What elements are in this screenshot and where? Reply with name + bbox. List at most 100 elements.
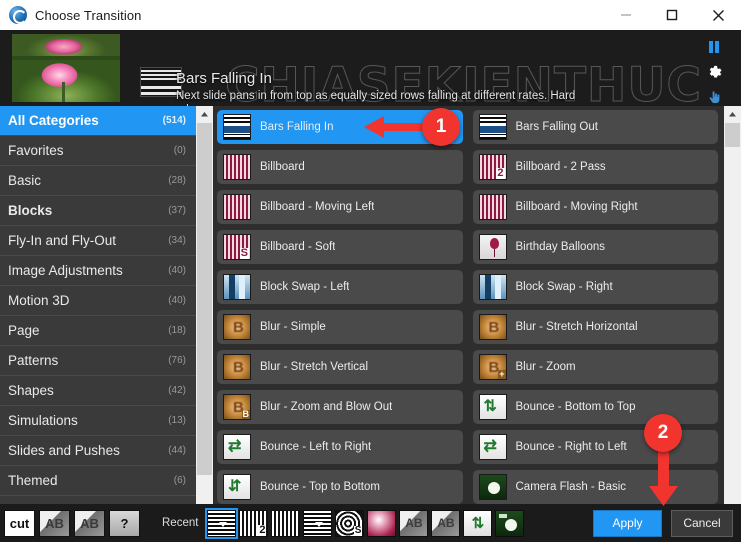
transition-label: Bounce - Right to Left bbox=[515, 441, 627, 453]
recent-bars-falling-in[interactable] bbox=[205, 507, 239, 539]
hand-pointer-icon[interactable] bbox=[703, 89, 725, 107]
sidebar-item-blocks[interactable]: Blocks (37) bbox=[0, 196, 196, 226]
sidebar-item-image-adjustments[interactable]: Image Adjustments (40) bbox=[0, 256, 196, 286]
chevron-up-icon[interactable] bbox=[196, 106, 213, 123]
transition-item[interactable]: Bars Falling In bbox=[217, 110, 463, 144]
sidebar-item-count: (34) bbox=[168, 235, 186, 246]
recent-bounce[interactable]: ⇅ bbox=[463, 509, 493, 537]
cancel-button[interactable]: Cancel bbox=[671, 509, 733, 537]
transition-thumbnail-icon bbox=[478, 194, 507, 220]
transition-item[interactable]: Billboard bbox=[217, 150, 463, 184]
transition-item[interactable]: ⇄ Bounce - Right to Left bbox=[472, 430, 718, 464]
sidebar-scroll-thumb[interactable] bbox=[197, 123, 212, 475]
sidebar-item-label: Shapes bbox=[8, 383, 54, 398]
transition-item[interactable]: Billboard - Moving Left bbox=[217, 190, 463, 224]
transition-item[interactable]: 2 Billboard - 2 Pass bbox=[472, 150, 718, 184]
sidebar-item-themed[interactable]: Themed (6) bbox=[0, 466, 196, 496]
list-scroll-thumb[interactable] bbox=[725, 123, 740, 147]
sidebar-item-slides-and-pushes[interactable]: Slides and Pushes (44) bbox=[0, 436, 196, 466]
apply-button[interactable]: Apply bbox=[593, 509, 662, 537]
list-scrollbar[interactable] bbox=[724, 106, 741, 504]
ab-button-1[interactable]: AB bbox=[39, 509, 70, 537]
transition-list[interactable]: Bars Falling In Bars Falling Out Billboard… bbox=[213, 106, 724, 504]
recent-camera-flash[interactable] bbox=[495, 509, 525, 537]
transition-item[interactable]: S Billboard - Soft bbox=[217, 230, 463, 264]
transition-item[interactable]: B Blur - Stretch Vertical bbox=[217, 350, 463, 384]
title-bar: Choose Transition bbox=[0, 0, 741, 30]
transition-item[interactable]: Birthday Balloons bbox=[472, 230, 718, 264]
transition-item[interactable]: ⇅ Bounce - Bottom to Top bbox=[472, 390, 718, 424]
transition-item[interactable]: B Blur - Stretch Horizontal bbox=[472, 310, 718, 344]
transition-thumbnail-icon bbox=[223, 274, 251, 300]
transition-item[interactable]: ⇵ Bounce - Top to Bottom bbox=[217, 470, 463, 504]
maximize-button[interactable] bbox=[649, 0, 695, 30]
ab-button-2[interactable]: AB bbox=[74, 509, 105, 537]
gear-icon[interactable] bbox=[703, 63, 725, 82]
sidebar-item-count: (18) bbox=[168, 325, 186, 336]
transition-thumbnail-icon bbox=[223, 154, 251, 180]
sidebar-item-label: Favorites bbox=[8, 143, 64, 158]
transition-thumbnail-icon: ⇵ bbox=[223, 474, 251, 500]
recent-bars-falling-out[interactable] bbox=[303, 509, 333, 537]
transition-item[interactable]: Bars Falling Out bbox=[472, 110, 718, 144]
transition-label: Block Swap - Left bbox=[260, 281, 350, 293]
preview-thumbnail[interactable] bbox=[12, 34, 120, 102]
transition-thumbnail-icon: B bbox=[478, 314, 507, 340]
transition-thumbnail-icon: B bbox=[223, 354, 251, 380]
recent-ab-1[interactable]: AB bbox=[399, 509, 429, 537]
recent-ab-2[interactable]: AB bbox=[431, 509, 461, 537]
sidebar-item-page[interactable]: Page (18) bbox=[0, 316, 196, 346]
category-sidebar[interactable]: All Categories (514) Favorites (0) Basic (28)… bbox=[0, 106, 196, 504]
transition-thumbnail-icon: ⇄ bbox=[223, 434, 251, 460]
sidebar-item-count: (42) bbox=[168, 385, 186, 396]
transition-label: Billboard - 2 Pass bbox=[515, 161, 606, 173]
sidebar-item-patterns[interactable]: Patterns (76) bbox=[0, 346, 196, 376]
transition-item[interactable]: Camera Flash - Basic bbox=[472, 470, 718, 504]
pause-icon[interactable] bbox=[703, 38, 725, 56]
recent-ripple-soft[interactable]: S bbox=[335, 509, 365, 537]
transition-description: Next slide pans in from top as equally s… bbox=[176, 90, 576, 106]
transition-label: Bounce - Bottom to Top bbox=[515, 401, 636, 413]
cut-button[interactable]: cut bbox=[4, 509, 35, 537]
transition-label: Birthday Balloons bbox=[515, 241, 606, 253]
transition-label: Blur - Simple bbox=[260, 321, 326, 333]
recent-billboard-2-pass[interactable]: 2 bbox=[239, 509, 269, 537]
sidebar-item-label: All Categories bbox=[8, 113, 99, 128]
app-icon bbox=[9, 6, 27, 24]
transition-item[interactable]: ⇄ Bounce - Left to Right bbox=[217, 430, 463, 464]
recent-globe[interactable] bbox=[367, 509, 397, 537]
sidebar-item-count: (13) bbox=[168, 415, 186, 426]
transition-thumbnail-icon bbox=[478, 474, 507, 500]
sidebar-item-fly-in-and-fly-out[interactable]: Fly-In and Fly-Out (34) bbox=[0, 226, 196, 256]
transition-item[interactable]: B B Blur - Zoom and Blow Out bbox=[217, 390, 463, 424]
transition-thumbnail-icon bbox=[223, 194, 251, 220]
choose-transition-dialog: Choose Transition CHIASEKIENTHUC CHIASEK… bbox=[0, 0, 741, 542]
transition-label: Bounce - Left to Right bbox=[260, 441, 372, 453]
sidebar-item-favorites[interactable]: Favorites (0) bbox=[0, 136, 196, 166]
transition-thumbnail-icon bbox=[478, 274, 507, 300]
transition-label: Camera Flash - Basic bbox=[515, 481, 627, 493]
chevron-up-icon[interactable] bbox=[724, 106, 741, 123]
sidebar-scrollbar[interactable] bbox=[196, 106, 213, 504]
transition-item[interactable]: B + Blur - Zoom bbox=[472, 350, 718, 384]
transition-item[interactable]: Block Swap - Right bbox=[472, 270, 718, 304]
sidebar-item-simulations[interactable]: Simulations (13) bbox=[0, 406, 196, 436]
transition-label: Billboard - Moving Left bbox=[260, 201, 375, 213]
transition-thumbnail-icon bbox=[478, 234, 507, 260]
transition-item[interactable]: B Blur - Simple bbox=[217, 310, 463, 344]
sidebar-item-shapes[interactable]: Shapes (42) bbox=[0, 376, 196, 406]
sidebar-item-all-categories[interactable]: All Categories (514) bbox=[0, 106, 196, 136]
transition-label: Blur - Zoom and Blow Out bbox=[260, 401, 393, 413]
minimize-button[interactable] bbox=[603, 0, 649, 30]
close-button[interactable] bbox=[695, 0, 741, 30]
sidebar-item-basic[interactable]: Basic (28) bbox=[0, 166, 196, 196]
transition-label: Bars Falling Out bbox=[515, 121, 598, 133]
transition-item[interactable]: Billboard - Moving Right bbox=[472, 190, 718, 224]
sidebar-item-label: Patterns bbox=[8, 353, 59, 368]
recent-billboard[interactable] bbox=[271, 509, 301, 537]
transition-item[interactable]: Block Swap - Left bbox=[217, 270, 463, 304]
sidebar-item-motion-3d[interactable]: Motion 3D (40) bbox=[0, 286, 196, 316]
help-button[interactable]: ? bbox=[109, 509, 140, 537]
sidebar-item-label: Motion 3D bbox=[8, 293, 70, 308]
sidebar-item-count: (514) bbox=[162, 115, 186, 126]
